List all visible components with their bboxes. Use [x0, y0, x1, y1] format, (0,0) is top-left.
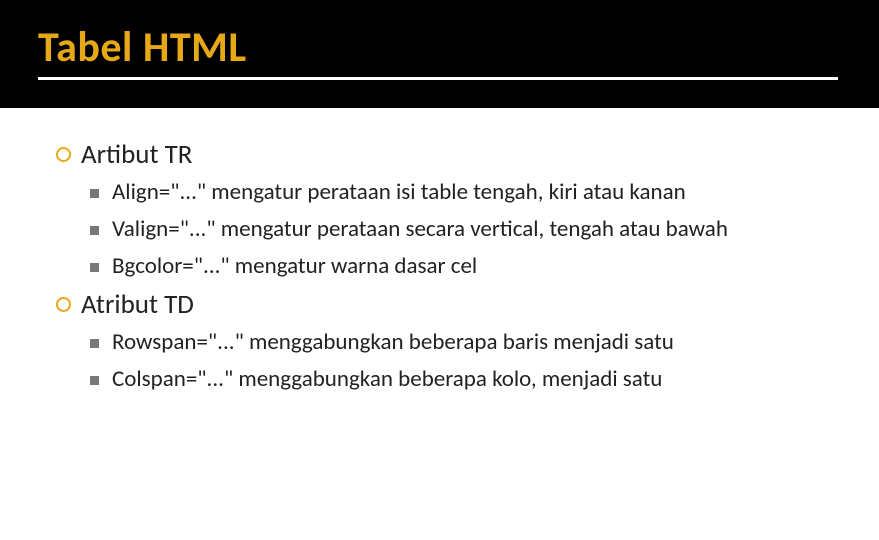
list-item: Valign="..." mengatur perataan secara ve… — [90, 214, 849, 245]
section-tr: Artibut TR Align="..." mengatur perataan… — [56, 138, 849, 282]
circle-bullet-icon — [56, 147, 71, 162]
section-heading: Atribut TD — [81, 288, 194, 321]
item-text: Bgcolor="..." mengatur warna dasar cel — [112, 251, 477, 282]
slide-header: Tabel HTML — [0, 0, 879, 108]
square-bullet-icon — [90, 339, 99, 348]
square-bullet-icon — [90, 263, 99, 272]
section-td: Atribut TD Rowspan="..." menggabungkan b… — [56, 288, 849, 395]
section-items: Align="..." mengatur perataan isi table … — [56, 177, 849, 282]
list-item: Align="..." mengatur perataan isi table … — [90, 177, 849, 208]
list-item: Bgcolor="..." mengatur warna dasar cel — [90, 251, 849, 282]
list-item: Rowspan="..." menggabungkan beberapa bar… — [90, 327, 849, 358]
section-head: Artibut TR — [56, 138, 849, 171]
item-text: Valign="..." mengatur perataan secara ve… — [112, 214, 728, 245]
item-text: Colspan="..." menggabungkan beberapa kol… — [112, 364, 662, 395]
item-text: Align="..." mengatur perataan isi table … — [112, 177, 686, 208]
section-heading: Artibut TR — [81, 138, 192, 171]
item-text: Rowspan="..." menggabungkan beberapa bar… — [112, 327, 674, 358]
square-bullet-icon — [90, 376, 99, 385]
square-bullet-icon — [90, 226, 99, 235]
square-bullet-icon — [90, 189, 99, 198]
slide-title: Tabel HTML — [38, 22, 879, 73]
title-underline — [38, 77, 838, 80]
slide-content: Artibut TR Align="..." mengatur perataan… — [0, 108, 879, 395]
section-head: Atribut TD — [56, 288, 849, 321]
list-item: Colspan="..." menggabungkan beberapa kol… — [90, 364, 849, 395]
circle-bullet-icon — [56, 297, 71, 312]
section-items: Rowspan="..." menggabungkan beberapa bar… — [56, 327, 849, 395]
